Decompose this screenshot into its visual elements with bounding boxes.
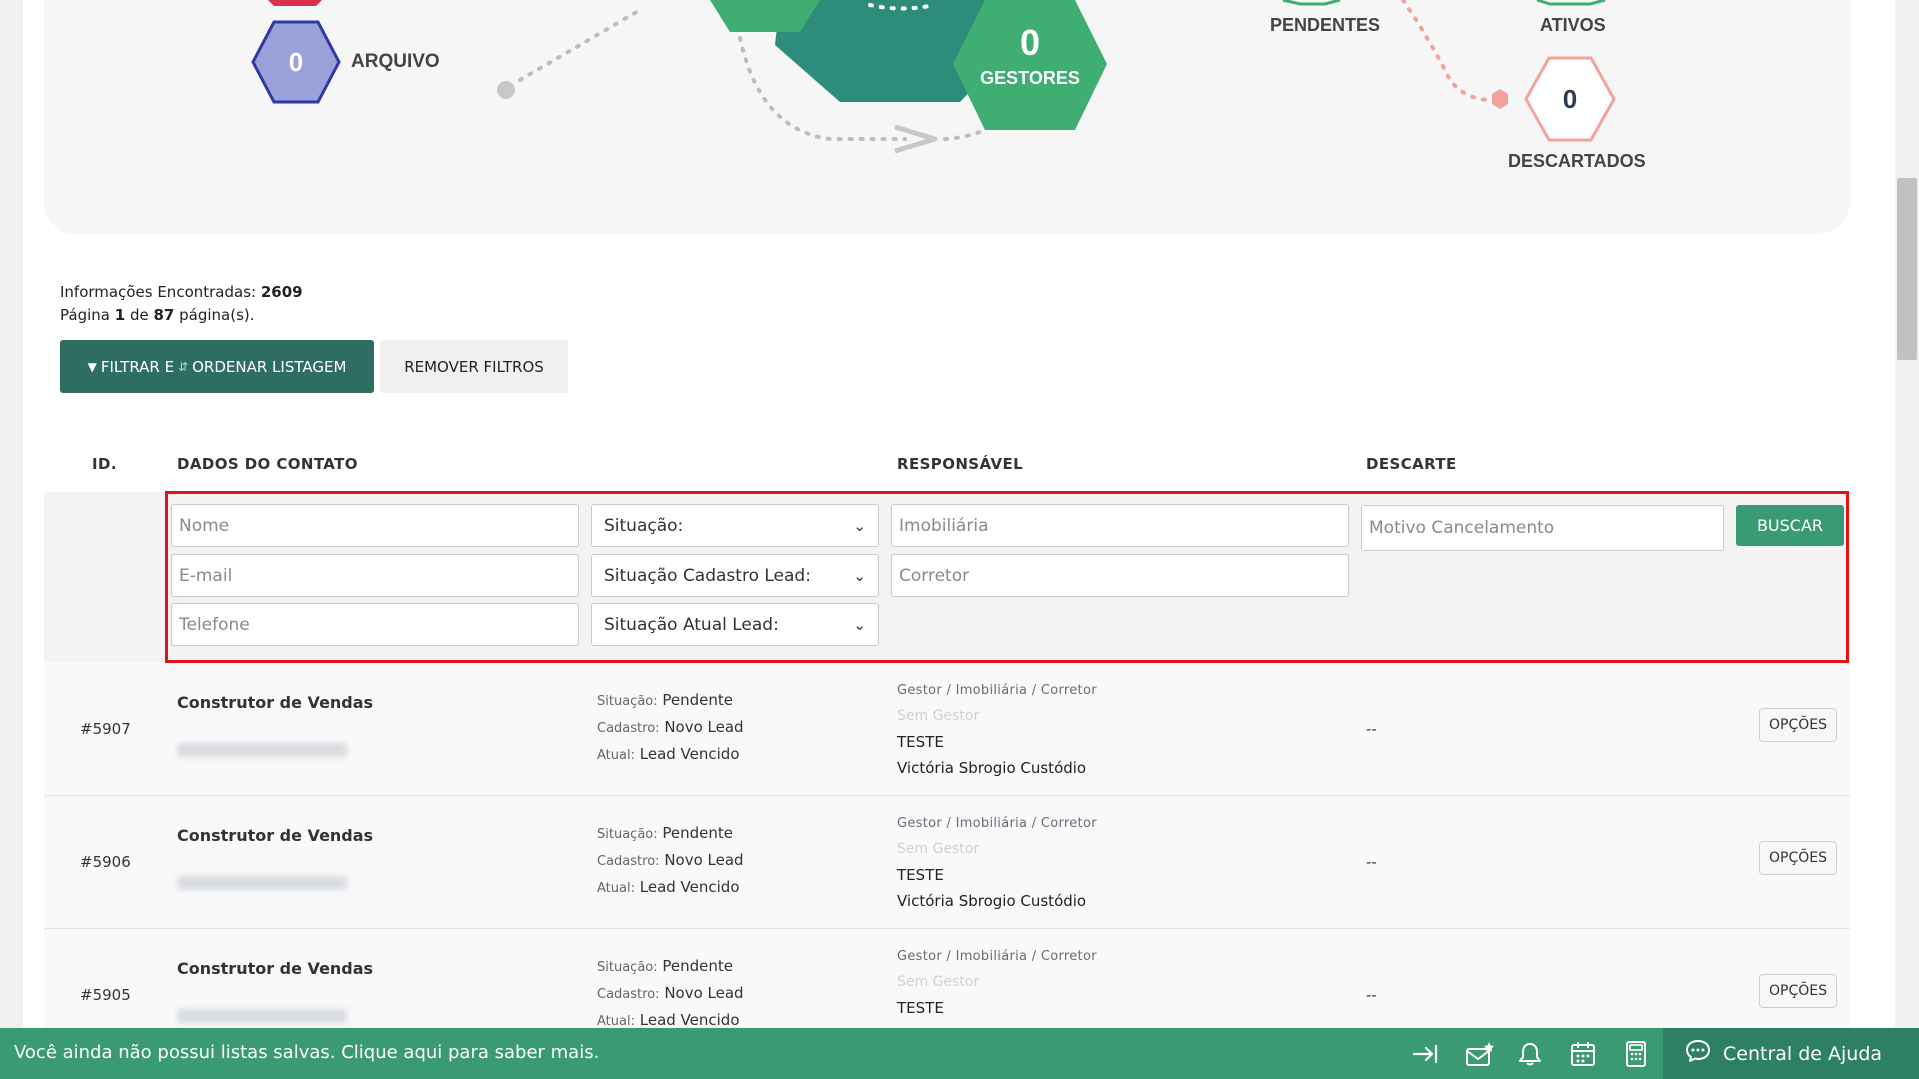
pendentes-label: PENDENTES (1270, 15, 1381, 35)
situacao-label: Situação: (597, 960, 658, 975)
bottom-bar: Você ainda não possui listas salvas. Cli… (0, 1028, 1919, 1079)
row-situacao: Situação: Pendente (597, 824, 733, 842)
table-row: #5907 Construtor de Vendas Situação: Pen… (44, 663, 1850, 796)
sort-icon: ⇵ (178, 359, 189, 374)
row-cadastro: Cadastro: Novo Lead (597, 718, 744, 736)
cadastro-label: Cadastro: (597, 854, 660, 869)
help-center-button[interactable]: Central de Ajuda (1663, 1028, 1919, 1079)
responsible-imobiliaria: TESTE (897, 733, 944, 751)
contact-name: Construtor de Vendas (177, 826, 374, 845)
atual-value: Lead Vencido (639, 1011, 740, 1029)
found-count: 2609 (260, 283, 303, 301)
cadastro-value: Novo Lead (664, 718, 744, 736)
responsible-header: Gestor / Imobiliária / Corretor (897, 816, 1097, 831)
arquivo-value: 0 (288, 47, 304, 77)
scrollbar-thumb[interactable] (1897, 178, 1917, 360)
responsible-corretor: Victória Sbrogio Custódio (897, 892, 1087, 910)
calendar-icon[interactable] (1569, 1041, 1597, 1067)
options-button[interactable]: OPÇÕES (1759, 974, 1837, 1008)
results-info: Informações Encontradas: 2609 Página 1 d… (60, 281, 303, 327)
gestores-value: 0 (1019, 22, 1041, 63)
header-discard: DESCARTE (1366, 455, 1457, 473)
contact-phone-redacted (177, 876, 347, 890)
header-contact: DADOS DO CONTATO (177, 455, 358, 473)
contact-name: Construtor de Vendas (177, 959, 374, 978)
cadastro-value: Novo Lead (664, 984, 744, 1002)
atual-value: Lead Vencido (639, 745, 740, 763)
filter-label: FILTRAR E (100, 357, 175, 376)
page-total: 87 (153, 306, 175, 324)
cadastro-label: Cadastro: (597, 987, 660, 1002)
sort-label: ORDENAR LISTAGEM (192, 357, 347, 376)
atual-value: Lead Vencido (639, 878, 740, 896)
mail-star-icon[interactable] (1465, 1041, 1494, 1067)
descartados-label: DESCARTADOS (1508, 151, 1646, 171)
responsible-header: Gestor / Imobiliária / Corretor (897, 683, 1097, 698)
filter-icon: ▼ (87, 359, 97, 374)
atual-label: Atual: (597, 1014, 635, 1029)
row-atual: Atual: Lead Vencido (597, 745, 740, 763)
remove-filters-button[interactable]: REMOVER FILTROS (380, 340, 568, 393)
row-cadastro: Cadastro: Novo Lead (597, 984, 744, 1002)
cadastro-value: Novo Lead (664, 851, 744, 869)
page-suffix: página(s). (179, 306, 255, 324)
page-of: de (129, 306, 149, 324)
options-button[interactable]: OPÇÕES (1759, 841, 1837, 875)
row-situacao: Situação: Pendente (597, 957, 733, 975)
funnel-diagram (251, 0, 1616, 154)
row-atual: Atual: Lead Vencido (597, 1011, 740, 1029)
situacao-value: Pendente (662, 957, 734, 975)
responsible-gestor: Sem Gestor (897, 974, 980, 990)
chat-icon (1685, 1039, 1711, 1068)
top-left-hex-edge (268, 0, 322, 6)
descartados-value: 0 (1562, 84, 1578, 114)
header-id: ID. (92, 455, 117, 473)
responsible-gestor: Sem Gestor (897, 708, 980, 724)
discard-value: -- (1366, 853, 1377, 871)
cadastro-label: Cadastro: (597, 721, 660, 736)
responsible-imobiliaria: TESTE (897, 999, 944, 1017)
page-prefix: Página (60, 306, 110, 324)
filter-sort-button[interactable]: ▼ FILTRAR E ⇵ ORDENAR LISTAGEM (60, 340, 374, 393)
export-icon[interactable] (1412, 1041, 1440, 1067)
help-center-label: Central de Ajuda (1723, 1042, 1883, 1065)
found-label: Informações Encontradas: (60, 283, 257, 301)
contact-phone-redacted (177, 1009, 347, 1023)
row-id: #5906 (80, 853, 131, 871)
contact-phone-redacted (177, 743, 347, 757)
situacao-label: Situação: (597, 827, 658, 842)
row-situacao: Situação: Pendente (597, 691, 733, 709)
responsible-gestor: Sem Gestor (897, 841, 980, 857)
row-atual: Atual: Lead Vencido (597, 878, 740, 896)
gestores-hex (953, 0, 1107, 130)
row-id: #5905 (80, 986, 131, 1004)
responsible-imobiliaria: TESTE (897, 866, 944, 884)
arquivo-label: ARQUIVO (351, 51, 440, 72)
situacao-value: Pendente (662, 824, 734, 842)
discard-value: -- (1366, 986, 1377, 1004)
responsible-corretor: Victória Sbrogio Custódio (897, 759, 1087, 777)
responsible-header: Gestor / Imobiliária / Corretor (897, 949, 1097, 964)
arquivo-node (497, 81, 515, 99)
gestores-label: GESTORES (980, 68, 1080, 88)
table-row: #5906 Construtor de Vendas Situação: Pen… (44, 796, 1850, 929)
vertical-scrollbar[interactable] (1895, 0, 1919, 1079)
atual-label: Atual: (597, 881, 635, 896)
ativos-label: ATIVOS (1540, 15, 1606, 35)
filter-highlight-box (165, 491, 1849, 663)
discard-value: -- (1366, 720, 1377, 738)
row-cadastro: Cadastro: Novo Lead (597, 851, 744, 869)
calculator-icon[interactable] (1622, 1041, 1650, 1067)
header-responsible: RESPONSÁVEL (897, 455, 1024, 473)
descartados-node (1492, 89, 1508, 109)
row-id: #5907 (80, 720, 131, 738)
page-current: 1 (114, 306, 126, 324)
contact-name: Construtor de Vendas (177, 693, 374, 712)
situacao-value: Pendente (662, 691, 734, 709)
options-button[interactable]: OPÇÕES (1759, 708, 1837, 742)
saved-lists-message[interactable]: Você ainda não possui listas salvas. Cli… (14, 1042, 599, 1063)
bell-icon[interactable] (1516, 1041, 1544, 1067)
atual-label: Atual: (597, 748, 635, 763)
situacao-label: Situação: (597, 694, 658, 709)
